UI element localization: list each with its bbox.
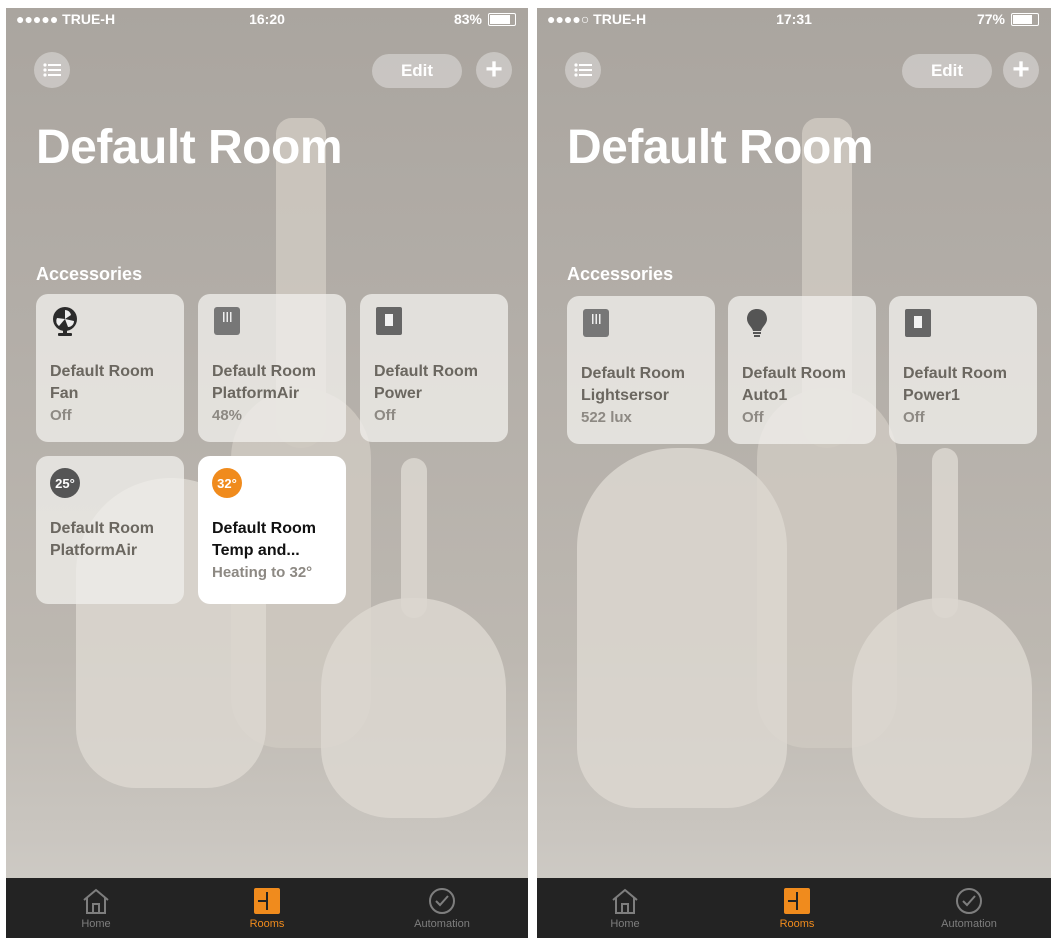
add-button[interactable]: +: [476, 52, 512, 88]
list-menu-button[interactable]: [565, 52, 601, 88]
add-button[interactable]: +: [1003, 52, 1039, 88]
background-vase: [852, 598, 1032, 818]
battery-icon: [488, 12, 516, 26]
tab-label: Automation: [414, 918, 470, 930]
battery-level: [490, 14, 511, 24]
thermostat-badge-icon: 32°: [212, 468, 242, 498]
clock: 16:20: [249, 11, 285, 27]
tile-status: Off: [374, 407, 396, 424]
edit-button[interactable]: Edit: [902, 54, 992, 88]
tab-bar: Home Rooms Automation: [537, 878, 1051, 938]
accessory-tile-auto1[interactable]: Default Room Auto1 Off: [728, 296, 876, 444]
tab-automation[interactable]: Automation: [392, 884, 492, 930]
battery-level: [1013, 14, 1032, 24]
room-title: Default Room: [567, 121, 874, 174]
automation-clock-icon: [429, 888, 455, 914]
automation-clock-icon: [956, 888, 982, 914]
tab-bar: Home Rooms Automation: [6, 878, 528, 938]
carrier-label: ●●●●○ TRUE-H: [547, 11, 647, 27]
accessories-heading: Accessories: [36, 264, 143, 284]
tile-room-label: Default Room: [903, 365, 1007, 382]
tile-status: Heating to 32°: [212, 564, 313, 581]
power-switch-icon: [376, 307, 402, 335]
tile-accessory-name: Lightsersor: [581, 387, 670, 404]
home-app-screen-1: ●●●●● TRUE-H 16:20 83% Edit + Default Ro…: [6, 8, 528, 938]
tile-status: 522 lux: [581, 409, 632, 426]
tab-home[interactable]: Home: [575, 884, 675, 930]
power-switch-icon: [905, 309, 931, 337]
tab-label: Home: [81, 918, 111, 930]
accessory-tile-platformair-temp[interactable]: 25° Default Room PlatformAir: [36, 456, 184, 604]
tile-accessory-name: Power1: [903, 387, 960, 404]
list-menu-button[interactable]: [34, 52, 70, 88]
tile-status: 48%: [212, 407, 243, 424]
battery-icon: [1011, 12, 1039, 26]
tile-accessory-name: Auto1: [742, 387, 788, 404]
rooms-icon: [254, 888, 280, 914]
tile-accessory-name: PlatformAir: [50, 542, 138, 559]
background-vase: [577, 448, 787, 808]
accessory-tile-thermostat[interactable]: 32° Default Room Temp and... Heating to …: [198, 456, 346, 604]
tab-home[interactable]: Home: [46, 884, 146, 930]
home-icon: [612, 888, 638, 914]
battery-percent: 83%: [453, 11, 482, 27]
temperature-badge-icon: 25°: [50, 468, 80, 498]
tab-label: Rooms: [249, 918, 285, 930]
carrier-label: ●●●●● TRUE-H: [16, 11, 116, 27]
status-bar: ●●●●○ TRUE-H 17:31 77%: [537, 8, 1051, 30]
tile-accessory-name: Fan: [50, 385, 79, 402]
accessory-tile-power[interactable]: Default Room Power Off: [360, 294, 508, 442]
tile-room-label: Default Room: [374, 363, 478, 380]
light-sensor-icon: [583, 309, 609, 337]
tab-label: Home: [610, 918, 640, 930]
tile-status: Off: [903, 409, 925, 426]
tab-rooms[interactable]: Rooms: [747, 884, 847, 930]
background-vase: [401, 458, 427, 618]
tile-status: Off: [742, 409, 764, 426]
tile-accessory-name: Temp and...: [212, 542, 300, 559]
tile-room-label: Default Room: [212, 520, 316, 537]
edit-button[interactable]: Edit: [372, 54, 462, 88]
platform-air-icon: [214, 307, 240, 335]
lightbulb-icon: [747, 309, 767, 337]
tab-rooms[interactable]: Rooms: [217, 884, 317, 930]
battery-percent: 77%: [976, 11, 1005, 27]
accessory-tile-power1[interactable]: Default Room Power1 Off: [889, 296, 1037, 444]
tile-accessory-name: Power: [374, 385, 423, 402]
background-vase: [932, 448, 958, 618]
clock: 17:31: [776, 11, 812, 27]
tile-status: Off: [50, 407, 72, 424]
room-title: Default Room: [36, 121, 343, 174]
rooms-icon: [784, 888, 810, 914]
accessory-tile-platformair[interactable]: Default Room PlatformAir 48%: [198, 294, 346, 442]
tile-accessory-name: PlatformAir: [212, 385, 300, 402]
tab-automation[interactable]: Automation: [919, 884, 1019, 930]
tab-label: Automation: [941, 918, 997, 930]
fan-icon: [53, 307, 77, 336]
list-icon: [43, 63, 61, 77]
tab-label: Rooms: [779, 918, 815, 930]
accessory-tile-fan[interactable]: Default Room Fan Off: [36, 294, 184, 442]
accessory-tile-light-sensor[interactable]: Default Room Lightsersor 522 lux: [567, 296, 715, 444]
list-icon: [574, 63, 592, 77]
home-icon: [83, 888, 109, 914]
background-vase: [321, 598, 506, 818]
tile-room-label: Default Room: [581, 365, 685, 382]
accessories-heading: Accessories: [567, 264, 674, 284]
tile-room-label: Default Room: [50, 363, 154, 380]
tile-room-label: Default Room: [50, 520, 154, 537]
tile-room-label: Default Room: [212, 363, 316, 380]
tile-room-label: Default Room: [742, 365, 846, 382]
status-bar: ●●●●● TRUE-H 16:20 83%: [6, 8, 528, 30]
home-app-screen-2: ●●●●○ TRUE-H 17:31 77% Edit + Default Ro…: [537, 8, 1051, 938]
